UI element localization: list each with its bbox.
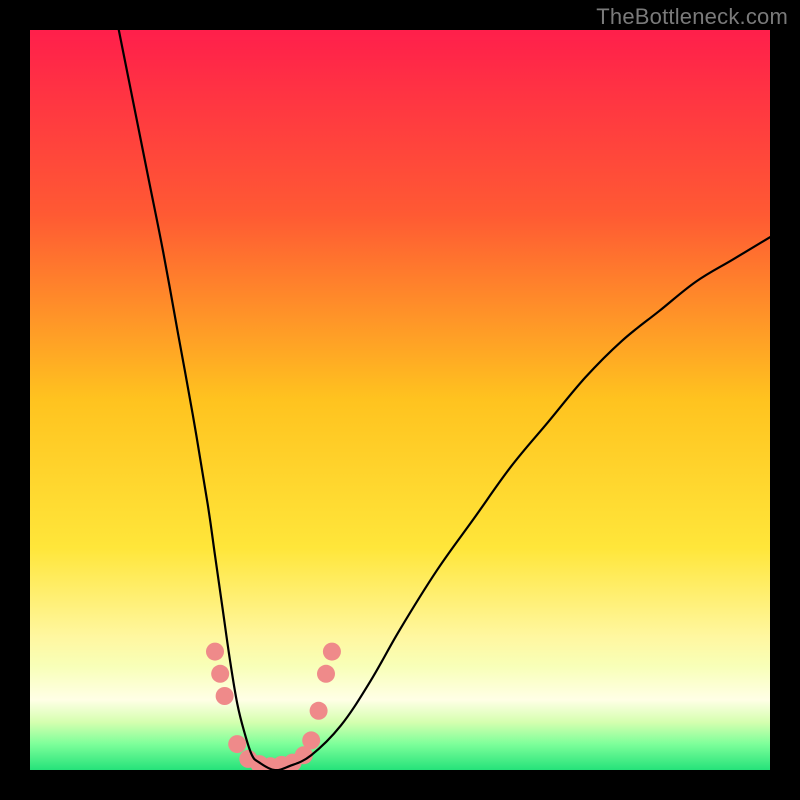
highlight-dot	[302, 731, 320, 749]
curve-layer	[30, 30, 770, 770]
plot-area	[30, 30, 770, 770]
watermark-text: TheBottleneck.com	[596, 4, 788, 30]
markers-group	[206, 643, 341, 770]
highlight-dot	[206, 643, 224, 661]
highlight-dot	[211, 665, 229, 683]
highlight-dot	[323, 643, 341, 661]
highlight-dot	[317, 665, 335, 683]
highlight-dot	[310, 702, 328, 720]
highlight-dot	[228, 735, 246, 753]
chart-frame: TheBottleneck.com	[0, 0, 800, 800]
highlight-dot	[216, 687, 234, 705]
